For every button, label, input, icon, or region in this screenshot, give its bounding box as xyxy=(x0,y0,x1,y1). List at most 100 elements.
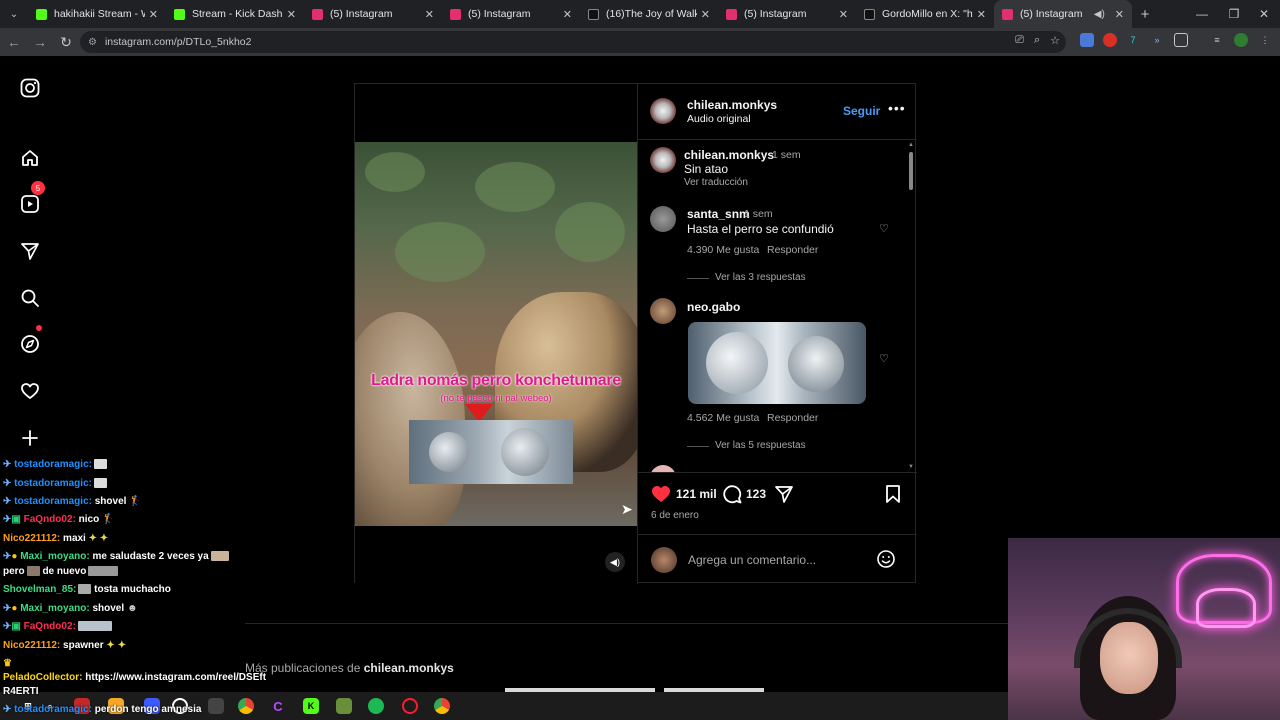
restore-icon[interactable]: ❐ xyxy=(1218,0,1250,28)
commenter-avatar[interactable] xyxy=(650,206,676,232)
window-close-icon[interactable]: ✕ xyxy=(1248,0,1280,28)
commenter-avatar[interactable] xyxy=(650,298,676,324)
close-icon[interactable]: ✕ xyxy=(149,8,158,21)
chrome-icon[interactable] xyxy=(434,698,450,714)
more-options-icon[interactable]: ••• xyxy=(888,100,906,116)
speaker-icon[interactable]: ◀) xyxy=(1094,9,1105,20)
tab-3[interactable]: (5) Instagram ✕ xyxy=(442,0,580,28)
notifications-heart-icon[interactable] xyxy=(19,380,41,402)
url-text: instagram.com/p/DTLo_5nkho2 xyxy=(104,36,252,48)
save-bookmark-icon[interactable] xyxy=(885,484,901,509)
tab-1[interactable]: Stream - Kick Dashboard ✕ xyxy=(166,0,304,28)
comments-scrollbar[interactable]: ▲ ▼ xyxy=(907,142,915,472)
volume-icon[interactable]: ◀) xyxy=(605,552,625,572)
close-icon[interactable]: ✕ xyxy=(1115,8,1124,21)
headset xyxy=(1074,608,1182,668)
close-icon[interactable]: ✕ xyxy=(287,8,296,21)
like-comment-icon[interactable]: ♡ xyxy=(879,222,889,235)
minimize-icon[interactable]: — xyxy=(1186,0,1218,28)
kick-icon[interactable]: K xyxy=(303,698,319,714)
chat-line: PeladoCollector: https://www.instagram.c… xyxy=(3,672,267,683)
author-avatar[interactable] xyxy=(650,98,676,124)
back-icon[interactable]: ← xyxy=(2,30,26,54)
forward-icon[interactable]: → xyxy=(28,30,52,54)
reply-button[interactable]: Responder xyxy=(767,412,818,424)
tab-5[interactable]: (5) Instagram ✕ xyxy=(718,0,856,28)
comment-username[interactable]: santa_snm xyxy=(687,207,750,221)
view-replies-link[interactable]: Ver las 3 respuestas xyxy=(715,272,806,283)
tab-search-icon[interactable]: ⌄ xyxy=(0,0,28,28)
minecraft-icon[interactable] xyxy=(336,698,352,714)
install-icon[interactable]: ⎚ xyxy=(1015,34,1024,47)
canva-icon[interactable]: C xyxy=(270,698,286,714)
scroll-up-icon[interactable]: ▲ xyxy=(908,142,914,148)
emoji-icon[interactable] xyxy=(876,549,896,574)
close-icon[interactable]: ✕ xyxy=(701,8,710,21)
extension-icon[interactable]: » xyxy=(1150,33,1164,47)
like-heart-icon[interactable] xyxy=(651,485,671,508)
commenter-avatar[interactable] xyxy=(650,465,676,472)
instagram-icon xyxy=(312,8,323,20)
browser-menu-icon[interactable]: ⋮ xyxy=(1258,33,1272,47)
reload-icon[interactable]: ↻ xyxy=(54,30,78,54)
tab-7-active[interactable]: (5) Instagram ◀) ✕ xyxy=(994,0,1132,28)
instagram-icon xyxy=(450,8,461,20)
caption-username[interactable]: chilean.monkys xyxy=(684,148,774,162)
likes-count[interactable]: 121 mil xyxy=(676,487,717,501)
scrollbar-thumb[interactable] xyxy=(909,152,913,190)
extensions-puzzle-icon[interactable] xyxy=(1174,33,1188,47)
comment-likes[interactable]: 4.562 Me gusta xyxy=(687,412,759,424)
reply-button[interactable]: Responder xyxy=(767,244,818,256)
author-avatar[interactable] xyxy=(650,147,676,173)
more-posts-author[interactable]: chilean.monkys xyxy=(364,661,454,675)
tab-0[interactable]: hakihakii Stream - Watch ✕ xyxy=(28,0,166,28)
comment-text: Hasta el perro se confundió xyxy=(687,222,834,236)
post-media: Ladra nomás perro konchetumare (no te pe… xyxy=(355,84,637,584)
zoom-icon[interactable]: ⌕ xyxy=(1034,34,1040,47)
spotify-icon[interactable] xyxy=(368,698,384,714)
post-date: 6 de enero xyxy=(651,510,699,521)
close-icon[interactable]: ✕ xyxy=(839,8,848,21)
tab-6[interactable]: GordoMillo en X: "https:/ ✕ xyxy=(856,0,994,28)
scroll-down-icon[interactable]: ▼ xyxy=(908,464,914,470)
opera-icon[interactable] xyxy=(402,698,418,714)
comment-likes[interactable]: 4.390 Me gusta xyxy=(687,244,759,256)
reel-video[interactable]: Ladra nomás perro konchetumare (no te pe… xyxy=(355,142,637,526)
address-bar[interactable]: ⚙ instagram.com/p/DTLo_5nkho2 ⎚ ⌕ ☆ xyxy=(80,31,1066,53)
comment-input[interactable]: Agrega un comentario... xyxy=(688,553,816,567)
explore-icon[interactable] xyxy=(19,333,41,355)
profile-avatar[interactable] xyxy=(1234,33,1248,47)
create-icon[interactable] xyxy=(19,427,41,449)
close-icon[interactable]: ✕ xyxy=(977,8,986,21)
home-icon[interactable] xyxy=(19,147,41,169)
caption-time: 1 sem xyxy=(772,149,801,161)
lion-face xyxy=(501,428,549,476)
comment-icon[interactable] xyxy=(722,484,742,509)
webcam-overlay xyxy=(1008,538,1280,720)
tab-2[interactable]: (5) Instagram ✕ xyxy=(304,0,442,28)
extension-icon[interactable] xyxy=(1103,33,1117,47)
author-username[interactable]: chilean.monkys xyxy=(687,98,777,112)
follow-button[interactable]: Seguir xyxy=(843,104,880,118)
reading-list-icon[interactable]: ≡ xyxy=(1210,33,1224,47)
comment-username[interactable]: neo.gabo xyxy=(687,300,740,314)
reels-icon[interactable] xyxy=(19,193,41,215)
new-tab-button[interactable]: + xyxy=(1132,6,1158,23)
instagram-logo-icon[interactable] xyxy=(19,77,41,99)
extension-icon[interactable] xyxy=(1080,33,1094,47)
view-replies-link[interactable]: Ver las 5 respuestas xyxy=(715,440,806,451)
tab-4[interactable]: (16)The Joy of Walking w ✕ xyxy=(580,0,718,28)
extension-icon[interactable]: 7 xyxy=(1126,33,1140,47)
bookmark-star-icon[interactable]: ☆ xyxy=(1050,34,1060,47)
translate-link[interactable]: Ver traducción xyxy=(684,177,748,188)
site-info-icon[interactable]: ⚙ xyxy=(88,37,97,48)
audio-label[interactable]: Audio original xyxy=(687,113,751,125)
comment-gif[interactable] xyxy=(688,322,866,404)
search-icon[interactable] xyxy=(19,287,41,309)
comments-count[interactable]: 123 xyxy=(746,487,766,501)
messages-icon[interactable] xyxy=(19,240,41,262)
close-icon[interactable]: ✕ xyxy=(563,8,572,21)
close-icon[interactable]: ✕ xyxy=(425,8,434,21)
share-icon[interactable] xyxy=(774,484,794,509)
like-comment-icon[interactable]: ♡ xyxy=(879,352,889,365)
